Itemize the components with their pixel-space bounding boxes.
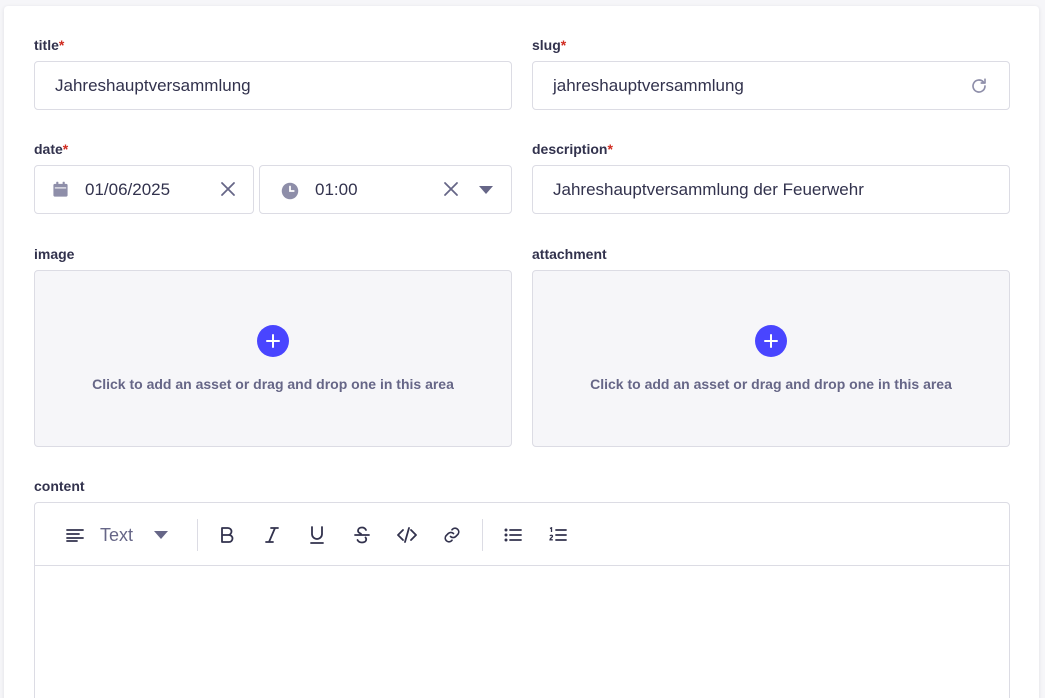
- content-editor[interactable]: Text: [34, 502, 1010, 698]
- calendar-icon: [52, 181, 69, 203]
- slug-label: slug*: [532, 37, 567, 53]
- slug-input-value: jahreshauptversammlung: [553, 75, 744, 95]
- content-label: content: [34, 478, 85, 494]
- add-asset-icon: [755, 325, 787, 357]
- paragraph-align-icon[interactable]: [59, 519, 91, 551]
- image-dropzone[interactable]: Click to add an asset or drag and drop o…: [34, 270, 512, 447]
- clock-icon: [281, 182, 299, 205]
- attachment-dropzone-text: Click to add an asset or drag and drop o…: [590, 376, 952, 392]
- image-label: image: [34, 246, 75, 262]
- title-input[interactable]: Jahreshauptversammlung: [34, 61, 512, 110]
- date-label: date*: [34, 141, 69, 157]
- link-icon[interactable]: [436, 519, 468, 551]
- underline-icon[interactable]: [301, 519, 333, 551]
- block-type-chevron-icon[interactable]: [145, 519, 177, 551]
- editor-toolbar: Text: [35, 503, 1009, 566]
- title-label: title*: [34, 37, 65, 53]
- numbered-list-icon[interactable]: [542, 519, 574, 551]
- time-value: 01:00: [315, 179, 358, 199]
- description-label: description*: [532, 141, 613, 157]
- bold-icon[interactable]: [211, 519, 243, 551]
- chevron-down-icon[interactable]: [474, 180, 498, 200]
- description-input-value: Jahreshauptversammlung der Feuerwehr: [553, 179, 864, 199]
- toolbar-divider: [197, 519, 198, 551]
- attachment-dropzone[interactable]: Click to add an asset or drag and drop o…: [532, 270, 1010, 447]
- block-type-select[interactable]: Text: [100, 525, 133, 546]
- clear-date-icon[interactable]: [216, 177, 240, 201]
- title-input-value: Jahreshauptversammlung: [55, 75, 251, 95]
- bulleted-list-icon[interactable]: [497, 519, 529, 551]
- description-input[interactable]: Jahreshauptversammlung der Feuerwehr: [532, 165, 1010, 214]
- code-icon[interactable]: [391, 519, 423, 551]
- image-dropzone-text: Click to add an asset or drag and drop o…: [92, 376, 454, 392]
- strikethrough-icon[interactable]: [346, 519, 378, 551]
- clear-time-icon[interactable]: [439, 177, 463, 201]
- add-asset-icon: [257, 325, 289, 357]
- editor-content-area[interactable]: [35, 566, 1009, 698]
- toolbar-divider: [482, 519, 483, 551]
- italic-icon[interactable]: [256, 519, 288, 551]
- refresh-icon[interactable]: [966, 73, 992, 99]
- slug-input[interactable]: jahreshauptversammlung: [532, 61, 1010, 110]
- attachment-label: attachment: [532, 246, 607, 262]
- date-value: 01/06/2025: [85, 179, 171, 199]
